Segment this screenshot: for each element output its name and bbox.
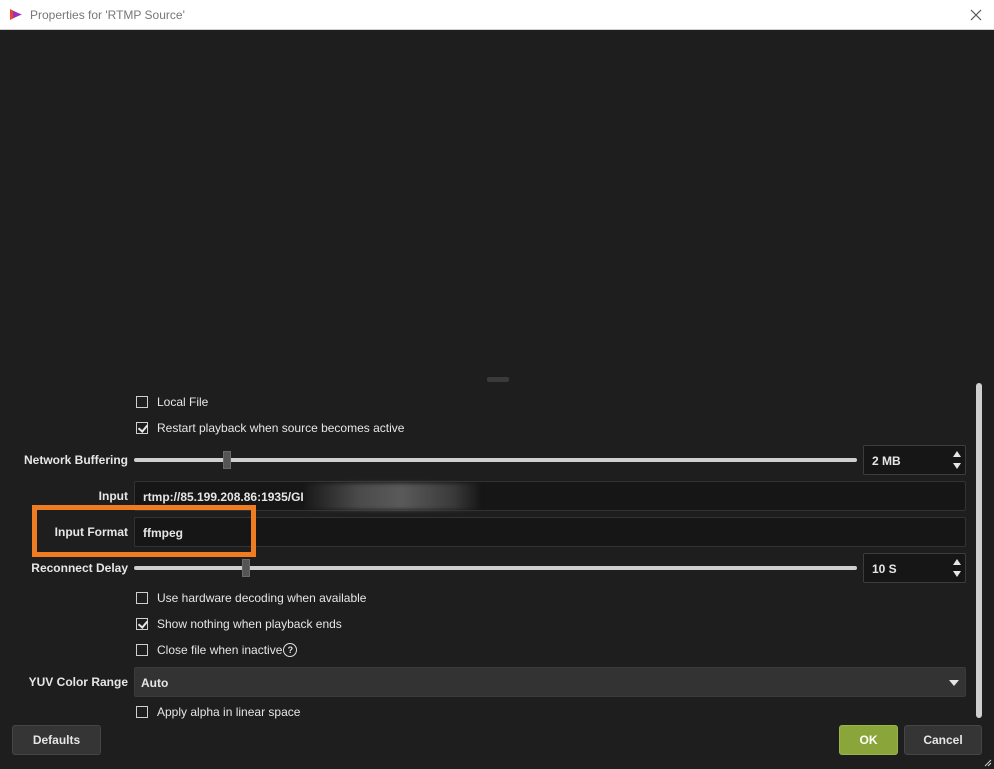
show-nothing-checkbox-row[interactable]: Show nothing when playback ends (136, 616, 342, 632)
cancel-button[interactable]: Cancel (904, 725, 982, 755)
alpha-linear-checkbox-row[interactable]: Apply alpha in linear space (136, 704, 300, 720)
title-bar: Properties for 'RTMP Source' (0, 0, 994, 30)
app-logo-icon (10, 9, 22, 20)
yuv-color-range-value: Auto (141, 676, 169, 690)
reconnect-delay-spinbox[interactable]: 10 S (863, 553, 966, 583)
local-file-checkbox-row[interactable]: Local File (136, 394, 208, 410)
chevron-down-icon (949, 680, 959, 686)
show-nothing-label: Show nothing when playback ends (157, 617, 342, 631)
input-value: rtmp://85.199.208.86:1935/GI (143, 490, 304, 504)
input-label: Input (98, 489, 128, 503)
local-file-label: Local File (157, 395, 209, 409)
preview-area (1, 30, 992, 375)
network-buffering-value: 2 MB (872, 454, 901, 468)
close-icon (970, 9, 982, 21)
reconnect-delay-down-icon[interactable] (953, 571, 961, 577)
alpha-linear-label: Apply alpha in linear space (157, 705, 301, 719)
network-buffering-spinbox[interactable]: 2 MB (863, 445, 966, 475)
restart-playback-label: Restart playback when source becomes act… (157, 421, 405, 435)
reconnect-delay-value: 10 S (872, 562, 897, 576)
input-format-field[interactable]: ffmpeg (134, 517, 966, 547)
splitter-handle[interactable] (487, 377, 509, 382)
window-title: Properties for 'RTMP Source' (30, 8, 185, 22)
yuv-color-range-select[interactable]: Auto (134, 667, 966, 697)
local-file-checkbox[interactable] (136, 396, 148, 408)
alpha-linear-checkbox[interactable] (136, 706, 148, 718)
network-buffering-slider[interactable] (134, 458, 857, 462)
highlight-annotation-box (32, 505, 256, 557)
reconnect-delay-up-icon[interactable] (953, 559, 961, 565)
yuv-color-range-label: YUV Color Range (28, 675, 128, 689)
close-inactive-checkbox[interactable] (136, 644, 148, 656)
redaction-blur (305, 483, 480, 510)
input-field[interactable]: rtmp://85.199.208.86:1935/GI (134, 481, 966, 511)
defaults-button[interactable]: Defaults (12, 725, 101, 755)
close-inactive-label: Close file when inactive (157, 643, 283, 657)
network-buffering-slider-handle[interactable] (222, 451, 231, 469)
hw-decoding-checkbox[interactable] (136, 592, 148, 604)
network-buffering-down-icon[interactable] (953, 463, 961, 469)
help-icon[interactable]: ? (283, 643, 298, 657)
show-nothing-checkbox[interactable] (136, 618, 148, 630)
restart-playback-checkbox-row[interactable]: Restart playback when source becomes act… (136, 420, 404, 436)
restart-playback-checkbox[interactable] (136, 422, 148, 434)
reconnect-delay-label: Reconnect Delay (31, 561, 128, 575)
properties-scrollbar[interactable] (976, 383, 982, 718)
close-inactive-checkbox-row[interactable]: Close file when inactive ? (136, 642, 298, 658)
resize-grip-icon[interactable] (984, 759, 992, 767)
reconnect-delay-slider-handle[interactable] (242, 559, 251, 577)
network-buffering-label: Network Buffering (23, 453, 128, 467)
ok-button[interactable]: OK (839, 725, 898, 755)
close-button[interactable] (966, 5, 986, 25)
network-buffering-up-icon[interactable] (953, 451, 961, 457)
hw-decoding-checkbox-row[interactable]: Use hardware decoding when available (136, 590, 366, 606)
hw-decoding-label: Use hardware decoding when available (157, 591, 367, 605)
